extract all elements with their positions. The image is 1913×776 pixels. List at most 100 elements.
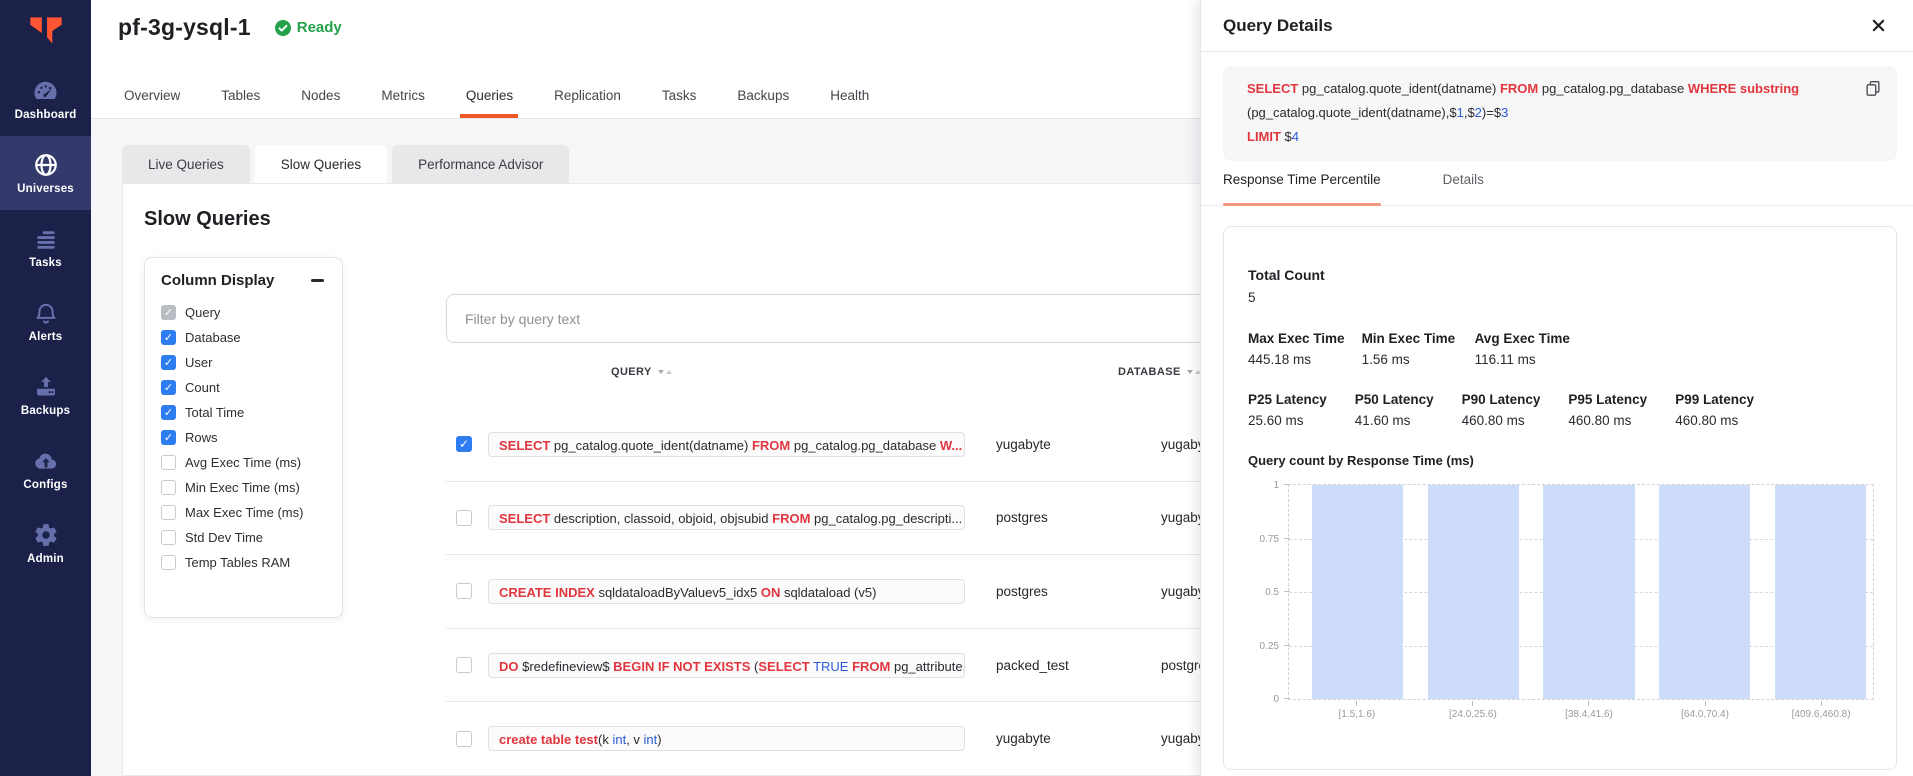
column-option-checkbox[interactable]: ✓ — [161, 330, 176, 345]
sql-token: SELECT — [499, 438, 550, 453]
column-header-label: DATABASE — [1118, 366, 1181, 378]
collapse-button[interactable] — [307, 275, 328, 286]
column-header-database[interactable]: DATABASE — [1118, 366, 1201, 378]
column-option-checkbox[interactable]: ✓ — [161, 405, 176, 420]
sql-token: SELECT — [758, 659, 809, 674]
sidebar-item-configs[interactable]: Configs — [0, 432, 91, 506]
panel-header: Query Details — [1201, 0, 1913, 52]
globe-icon — [33, 152, 59, 178]
tab-backups[interactable]: Backups — [737, 88, 789, 118]
tab-tasks[interactable]: Tasks — [662, 88, 697, 118]
yugabyte-logo-icon[interactable] — [0, 0, 91, 62]
tab-label: Overview — [124, 88, 180, 103]
column-option-database[interactable]: ✓Database — [145, 325, 342, 350]
row-checkbox[interactable] — [456, 510, 472, 526]
tab-health[interactable]: Health — [830, 88, 869, 118]
copy-icon[interactable] — [1862, 77, 1884, 102]
sort-asc-icon — [666, 370, 672, 374]
query-filter-input[interactable] — [446, 294, 1218, 343]
column-option-label: Rows — [185, 430, 218, 445]
column-option-checkbox[interactable] — [161, 480, 176, 495]
stat-label: Avg Exec Time — [1475, 331, 1571, 346]
panel-tab-response-time-percentile[interactable]: Response Time Percentile — [1223, 170, 1381, 205]
sidebar-item-dashboard[interactable]: Dashboard — [0, 62, 91, 136]
tab-replication[interactable]: Replication — [554, 88, 621, 118]
row-checkbox[interactable] — [456, 731, 472, 747]
query-cell[interactable]: DO $redefineview$ BEGIN IF NOT EXISTS (S… — [488, 653, 965, 678]
sidebar-item-tasks[interactable]: Tasks — [0, 210, 91, 284]
latency-stats: P25 Latency25.60 msP50 Latency41.60 msP9… — [1248, 392, 1896, 428]
sql-token: ,$ — [1464, 105, 1475, 120]
slow-queries-heading: Slow Queries — [144, 208, 271, 231]
panel-tab-details[interactable]: Details — [1443, 170, 1484, 205]
sql-token: $redefineview$ — [519, 659, 614, 674]
stat-label: P99 Latency — [1675, 392, 1754, 407]
column-option-rows[interactable]: ✓ Rows — [145, 425, 342, 450]
column-display-options: ✓Query✓Database✓User✓Count✓Total Time✓Ro… — [145, 300, 342, 575]
tab-queries[interactable]: Queries — [466, 88, 513, 118]
bar — [1428, 485, 1519, 699]
row-checkbox[interactable] — [456, 583, 472, 599]
stat-p99-latency: P99 Latency460.80 ms — [1675, 392, 1754, 428]
row-checkbox[interactable] — [456, 657, 472, 673]
column-option-max-exec-time-ms[interactable]: Max Exec Time (ms) — [145, 500, 342, 525]
column-option-checkbox[interactable] — [161, 505, 176, 520]
database-cell: postgres — [996, 510, 1048, 525]
query-cell[interactable]: CREATE INDEX sqldataloadByValuev5_idx5 O… — [488, 579, 965, 604]
column-header-query[interactable]: QUERY — [611, 366, 672, 378]
subtab-slow-queries[interactable]: Slow Queries — [255, 145, 387, 183]
tab-overview[interactable]: Overview — [124, 88, 180, 118]
tab-metrics[interactable]: Metrics — [381, 88, 425, 118]
sidebar-item-label: Configs — [23, 479, 67, 491]
close-icon[interactable] — [1868, 15, 1889, 36]
chart-plot-area: 10.750.50.250 — [1288, 484, 1874, 700]
column-option-checkbox[interactable] — [161, 455, 176, 470]
sql-token: (k — [598, 732, 612, 747]
query-cell[interactable]: SELECT pg_catalog.quote_ident(datname) F… — [488, 432, 965, 457]
column-display-card: Column Display ✓Query✓Database✓User✓Coun… — [144, 257, 343, 618]
query-cell[interactable]: create table test(k int, v int) — [488, 726, 965, 751]
tab-tables[interactable]: Tables — [221, 88, 260, 118]
stat-value: 25.60 ms — [1248, 413, 1327, 428]
sidebar-item-label: Admin — [27, 553, 64, 565]
column-option-temp-tables-ram[interactable]: Temp Tables RAM — [145, 550, 342, 575]
column-option-checkbox[interactable] — [161, 555, 176, 570]
sort-desc-icon — [1187, 370, 1193, 374]
sidebar-item-alerts[interactable]: Alerts — [0, 284, 91, 358]
column-option-checkbox[interactable]: ✓ — [161, 430, 176, 445]
row-checkbox[interactable]: ✓ — [456, 436, 472, 452]
sidebar-nav: DashboardUniversesTasksAlertsBackups Conf… — [0, 62, 91, 580]
column-option-checkbox[interactable]: ✓ — [161, 355, 176, 370]
sql-token: pg_catalog.pg_descripti... — [810, 511, 962, 526]
query-cell[interactable]: SELECT description, classoid, objoid, ob… — [488, 505, 965, 530]
sidebar-item-admin[interactable]: Admin — [0, 506, 91, 580]
column-option-checkbox[interactable] — [161, 530, 176, 545]
column-header-label: QUERY — [611, 366, 652, 378]
x-axis-category: [38.4,41.6) — [1543, 701, 1635, 720]
total-count-block: Total Count 5 — [1248, 267, 1896, 305]
bar — [1312, 485, 1403, 699]
sql-line: SELECT pg_catalog.quote_ident(datname) F… — [1247, 77, 1845, 101]
sql-token: 2 — [1475, 105, 1482, 120]
column-option-count[interactable]: ✓Count — [145, 375, 342, 400]
column-option-label: Temp Tables RAM — [185, 555, 290, 570]
tab-nodes[interactable]: Nodes — [301, 88, 340, 118]
column-option-user[interactable]: ✓User — [145, 350, 342, 375]
bell-icon — [33, 300, 59, 326]
subtab-performance-advisor[interactable]: Performance Advisor — [392, 145, 569, 183]
column-option-checkbox: ✓ — [161, 305, 176, 320]
gauge-icon — [32, 77, 59, 104]
sidebar-item-backups[interactable]: Backups — [0, 358, 91, 432]
sql-token: ) — [657, 732, 661, 747]
column-option-avg-exec-time-ms[interactable]: Avg Exec Time (ms) — [145, 450, 342, 475]
column-option-std-dev-time[interactable]: Std Dev Time — [145, 525, 342, 550]
bar — [1775, 485, 1866, 699]
subtab-live-queries[interactable]: Live Queries — [122, 145, 250, 183]
sidebar-item-universes[interactable]: Universes — [0, 136, 91, 210]
column-option-min-exec-time-ms[interactable]: Min Exec Time (ms) — [145, 475, 342, 500]
active-tab-underline — [460, 114, 518, 118]
sql-token: int — [612, 732, 626, 747]
column-option-checkbox[interactable]: ✓ — [161, 380, 176, 395]
column-option-query[interactable]: ✓Query — [145, 300, 342, 325]
column-option-total-time[interactable]: ✓Total Time — [145, 400, 342, 425]
